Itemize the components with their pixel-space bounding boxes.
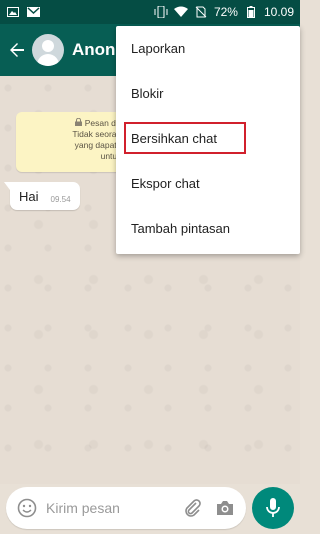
message-time: 09.54 [50, 194, 71, 204]
menu-item-blokir[interactable]: Blokir [116, 71, 300, 116]
battery-icon [244, 6, 258, 18]
status-right: 72% 10.09 [154, 5, 294, 19]
menu-item-label: Ekspor chat [131, 176, 200, 191]
message-composer[interactable]: Kirim pesan [6, 487, 246, 529]
camera-icon[interactable] [214, 497, 236, 519]
overflow-menu: Laporkan Blokir Bersihkan chat Ekspor ch… [116, 26, 300, 254]
menu-item-bersihkan-chat[interactable]: Bersihkan chat [116, 116, 300, 161]
battery-percent: 72% [213, 5, 238, 19]
highlight-box [124, 122, 246, 154]
lock-icon [75, 117, 83, 126]
image-icon [6, 6, 20, 18]
menu-item-tambah-pintasan[interactable]: Tambah pintasan [116, 206, 300, 251]
avatar-icon[interactable] [32, 34, 64, 66]
emoji-icon[interactable] [16, 497, 38, 519]
menu-item-label: Blokir [131, 86, 164, 101]
wifi-icon [173, 6, 188, 18]
gmail-icon [26, 6, 40, 18]
message-text: Hai [19, 188, 39, 204]
back-arrow-icon [10, 43, 24, 57]
back-button[interactable] [6, 36, 28, 64]
status-left [6, 6, 40, 18]
mic-icon [266, 498, 280, 517]
incoming-message[interactable]: Hai 09.54 [4, 182, 80, 210]
attach-icon[interactable] [182, 497, 204, 519]
menu-item-label: Tambah pintasan [131, 221, 231, 236]
menu-item-label: Laporkan [131, 41, 186, 56]
vibrate-icon [154, 6, 168, 18]
no-sim-icon [194, 6, 208, 18]
status-time: 10.09 [263, 5, 294, 19]
menu-item-ekspor-chat[interactable]: Ekspor chat [116, 161, 300, 206]
status-bar: 72% 10.09 [0, 0, 300, 24]
menu-item-laporkan[interactable]: Laporkan [116, 26, 300, 71]
message-input[interactable]: Kirim pesan [46, 500, 182, 516]
mic-button[interactable] [252, 487, 294, 529]
